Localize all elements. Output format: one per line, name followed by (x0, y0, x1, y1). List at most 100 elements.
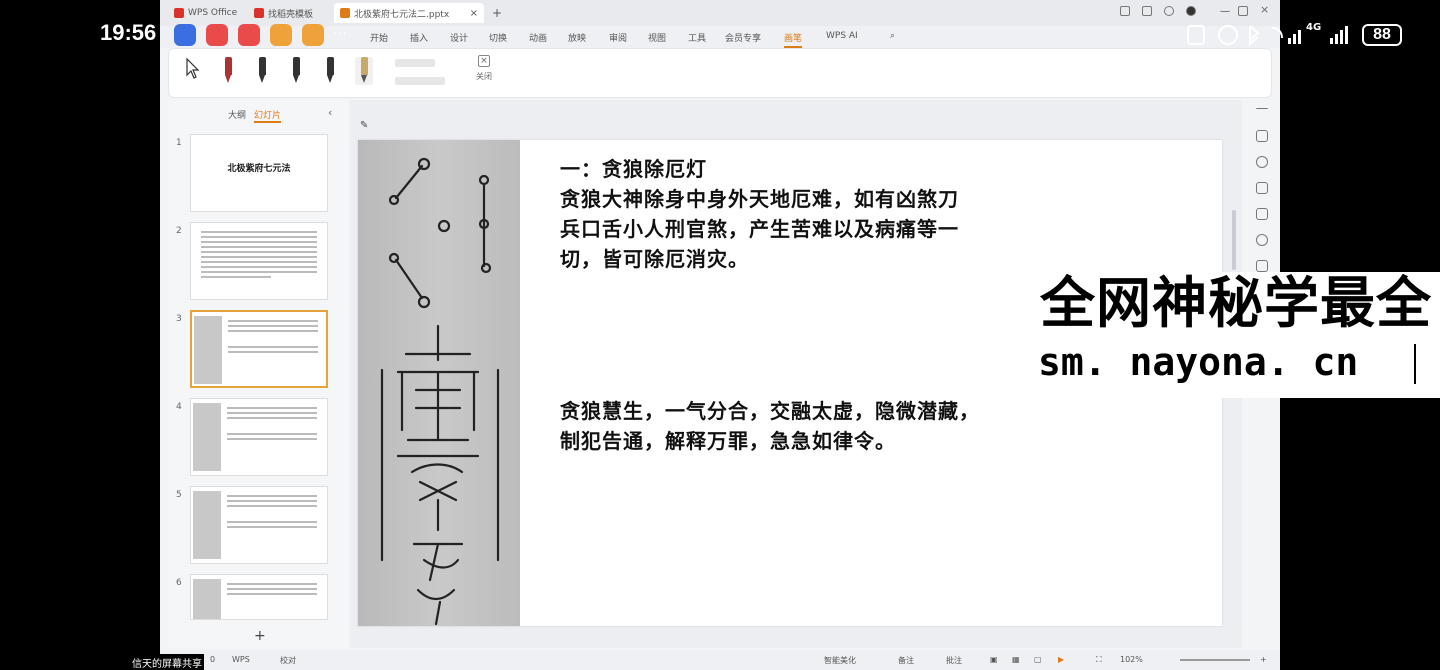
slide-heading: 一：贪狼除厄灯 (560, 157, 707, 181)
watermark-title: 全网神秘学最全 (1040, 271, 1433, 335)
thumb-number: 3 (176, 314, 182, 324)
notes-button[interactable]: 备注 (898, 655, 914, 666)
slide-paragraph-1-line-3: 切，皆可除厄消灾。 (560, 247, 749, 271)
pptx-icon (340, 8, 350, 18)
status-bar: 0 WPS 校对 智能美化 备注 批注 ▣ ▦ ▢ ▶ ⛶ 102% + (160, 650, 1280, 670)
wps-status-button[interactable]: WPS (232, 655, 250, 664)
menu-pen[interactable]: 画笔 (784, 31, 803, 48)
close-window-icon[interactable]: × (1260, 4, 1270, 16)
edit-icon[interactable] (1256, 208, 1268, 220)
slide-counter: 0 (210, 655, 216, 664)
fit-window-icon[interactable]: ⛶ (1096, 655, 1102, 665)
marker-pen-icon[interactable] (219, 57, 237, 85)
vertical-scrollbar[interactable] (1232, 210, 1236, 270)
new-tab-button[interactable]: + (486, 3, 508, 23)
avatar[interactable] (1186, 6, 1196, 16)
slide-image (193, 579, 221, 619)
zoom-in-icon[interactable]: + (1260, 655, 1267, 664)
pointer-icon[interactable] (183, 57, 201, 85)
menu-slideshow[interactable]: 放映 (568, 31, 586, 44)
tab-outline[interactable]: 大纲 (228, 108, 246, 121)
slide-image (193, 403, 221, 471)
screen-share-label: 信天的屏幕共享 (130, 654, 204, 670)
window-icon[interactable] (1120, 6, 1130, 16)
tab-document[interactable]: 北极紫府七元法二.pptx × (334, 3, 484, 23)
phone-clock: 19:56 (100, 20, 157, 45)
more-notifications-icon: ··· (332, 24, 348, 43)
fountain-pen-icon[interactable] (287, 57, 305, 85)
app-notification-icon (302, 24, 324, 46)
smart-beautify-button[interactable]: 智能美化 (824, 655, 856, 666)
slide-thumb-3[interactable] (190, 310, 328, 388)
thumb-number: 5 (176, 490, 182, 500)
zoom-slider[interactable] (1180, 659, 1250, 661)
menu-design[interactable]: 设计 (450, 31, 468, 44)
close-pen-button[interactable]: × 关闭 (469, 55, 499, 82)
close-tab-icon[interactable]: × (470, 8, 478, 19)
menu-view[interactable]: 视图 (648, 31, 666, 44)
add-slide-button[interactable]: + (254, 628, 266, 644)
collapse-pane-icon[interactable]: ‹ (328, 106, 332, 119)
menu-tools[interactable]: 工具 (688, 31, 706, 44)
slide-thumb-4[interactable] (190, 398, 328, 476)
text-cursor (1414, 344, 1416, 384)
brush-pen-icon[interactable] (321, 57, 339, 85)
screen: WPS Office 找稻壳模板 北极紫府七元法二.pptx × + × 开始 … (0, 0, 1440, 670)
slide-paragraph-1-line-2: 兵口舌小人刑官煞，产生苦难以及病痛等一 (560, 217, 959, 241)
title-bar: WPS Office 找稻壳模板 北极紫府七元法二.pptx × + × (160, 0, 1280, 26)
tab-template[interactable]: 找稻壳模板 (248, 3, 319, 23)
zoom-level[interactable]: 102% (1120, 655, 1143, 664)
network-type: 4G (1306, 22, 1322, 33)
maximize-icon[interactable] (1238, 6, 1248, 16)
thumb-number: 4 (176, 402, 182, 412)
reading-view-icon[interactable]: ▢ (1034, 655, 1042, 664)
menu-review[interactable]: 审阅 (609, 31, 627, 44)
battery-indicator: 88 (1362, 24, 1402, 46)
thumb-title: 北极紫府七元法 (227, 164, 291, 174)
star-icon[interactable] (1256, 156, 1268, 168)
slide-thumb-5[interactable] (190, 486, 328, 564)
watermark-url: sm. nayona. cn (1038, 340, 1359, 384)
sorter-view-icon[interactable]: ▦ (1012, 655, 1020, 664)
slide-thumb-2[interactable] (190, 222, 328, 300)
menu-insert[interactable]: 插入 (410, 31, 428, 44)
close-icon: × (478, 55, 490, 67)
slide-thumb-1[interactable]: 北极紫府七元法 (190, 134, 328, 212)
ballpoint-pen-icon[interactable] (253, 57, 271, 85)
slide-paragraph-2-line-2: 制犯告通，解释万罪，急急如律令。 (560, 429, 896, 453)
comments-button[interactable]: 批注 (946, 655, 962, 666)
slide-image (194, 316, 222, 384)
slide-image (193, 491, 221, 559)
slide-thumb-6[interactable] (190, 574, 328, 620)
layout-icon[interactable] (1256, 182, 1268, 194)
minimize-icon[interactable] (1220, 6, 1230, 12)
menu-transition[interactable]: 切换 (489, 31, 507, 44)
settings-icon[interactable] (1164, 6, 1174, 16)
copy-icon[interactable] (1142, 6, 1152, 16)
help-icon[interactable] (1256, 234, 1268, 246)
collapse-icon[interactable] (1256, 108, 1268, 110)
app-notification-icon (270, 24, 292, 46)
watermark-banner: 全网神秘学最全 sm. nayona. cn (1034, 272, 1440, 398)
menu-start[interactable]: 开始 (370, 31, 388, 44)
adjust-icon[interactable] (1256, 130, 1268, 142)
highlighter-icon[interactable] (355, 57, 373, 85)
slide-thumbnails-pane: 大纲 幻灯片 ‹ 1 北极紫府七元法 2 3 4 5 6 + (168, 100, 348, 648)
format-brush-icon[interactable]: ✎ (360, 120, 368, 131)
tab-slides[interactable]: 幻灯片 (254, 108, 282, 123)
menu-member[interactable]: 会员专享 (725, 31, 761, 44)
proofread-button[interactable]: 校对 (280, 655, 296, 666)
menu-animation[interactable]: 动画 (529, 31, 547, 44)
talisman-image (358, 140, 520, 626)
search-icon[interactable]: ⌕ (890, 31, 895, 41)
thumb-number: 2 (176, 226, 182, 236)
color-picker[interactable] (395, 59, 435, 67)
play-icon[interactable]: ▶ (1058, 655, 1064, 664)
app-notification-icon (174, 24, 196, 46)
thickness-picker[interactable] (395, 77, 445, 85)
tab-wps-office[interactable]: WPS Office (168, 3, 243, 23)
thumb-number: 1 (176, 138, 182, 148)
wps-logo-icon (174, 8, 184, 18)
normal-view-icon[interactable]: ▣ (990, 655, 998, 664)
menu-wps-ai[interactable]: WPS AI (826, 31, 858, 41)
